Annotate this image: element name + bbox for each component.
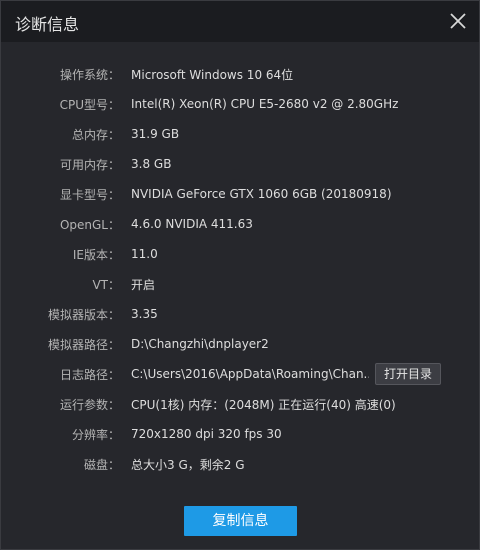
diagnostic-dialog: 诊断信息 操作系统： Microsoft Windows 10 64位 CPU型… xyxy=(0,0,480,550)
log-path-label: 日志路径： xyxy=(59,367,120,382)
row-log-path: 日志路径： C:\Users\2016\AppData\Roaming\Chan… xyxy=(1,359,479,389)
open-directory-button[interactable]: 打开目录 xyxy=(375,363,442,385)
emulator-version-label: 模拟器版本： xyxy=(47,307,120,322)
os-value: Microsoft Windows 10 64位 xyxy=(131,67,294,82)
row-available-memory: 可用内存： 3.8 GB xyxy=(1,149,479,179)
row-resolution: 分辨率： 720x1280 dpi 320 fps 30 xyxy=(1,419,479,449)
row-vt: VT： 开启 xyxy=(1,269,479,299)
emulator-path-label: 模拟器路径： xyxy=(47,337,120,352)
row-os: 操作系统： Microsoft Windows 10 64位 xyxy=(1,59,479,89)
gpu-label: 显卡型号： xyxy=(59,187,120,202)
cpu-value: Intel(R) Xeon(R) CPU E5-2680 v2 @ 2.80GH… xyxy=(131,97,399,111)
disk-label: 磁盘： xyxy=(83,457,120,472)
row-total-memory: 总内存： 31.9 GB xyxy=(1,119,479,149)
row-disk: 磁盘： 总大小3 G，剩余2 G xyxy=(1,449,479,479)
opengl-label: OpenGL： xyxy=(59,217,120,232)
log-path-value: C:\Users\2016\AppData\Roaming\Chan... xyxy=(131,367,369,381)
row-emulator-path: 模拟器路径： D:\Changzhi\dnplayer2 xyxy=(1,329,479,359)
available-memory-value: 3.8 GB xyxy=(131,157,172,171)
total-memory-label: 总内存： xyxy=(71,127,120,142)
ie-version-label: IE版本： xyxy=(72,247,120,262)
copy-info-button[interactable]: 复制信息 xyxy=(184,506,297,536)
title-bar: 诊断信息 xyxy=(1,1,479,42)
gpu-value: NVIDIA GeForce GTX 1060 6GB (20180918) xyxy=(131,187,392,201)
row-opengl: OpenGL： 4.6.0 NVIDIA 411.63 xyxy=(1,209,479,239)
resolution-value: 720x1280 dpi 320 fps 30 xyxy=(131,427,282,441)
run-params-label: 运行参数： xyxy=(59,397,120,412)
close-icon xyxy=(450,13,466,29)
info-list: 操作系统： Microsoft Windows 10 64位 CPU型号： In… xyxy=(1,59,479,479)
row-ie-version: IE版本： 11.0 xyxy=(1,239,479,269)
emulator-path-value: D:\Changzhi\dnplayer2 xyxy=(131,337,269,351)
run-params-value: CPU(1核) 内存：(2048M) 正在运行(40) 高速(0) xyxy=(131,397,396,412)
row-emulator-version: 模拟器版本： 3.35 xyxy=(1,299,479,329)
resolution-label: 分辨率： xyxy=(71,427,120,442)
total-memory-value: 31.9 GB xyxy=(131,127,180,141)
available-memory-label: 可用内存： xyxy=(59,157,120,172)
close-button[interactable] xyxy=(446,9,470,33)
ie-version-value: 11.0 xyxy=(131,247,158,261)
vt-label: VT： xyxy=(92,277,120,292)
disk-value: 总大小3 G，剩余2 G xyxy=(131,457,245,472)
os-label: 操作系统： xyxy=(59,67,120,82)
row-cpu: CPU型号： Intel(R) Xeon(R) CPU E5-2680 v2 @… xyxy=(1,89,479,119)
row-run-params: 运行参数： CPU(1核) 内存：(2048M) 正在运行(40) 高速(0) xyxy=(1,389,479,419)
dialog-title: 诊断信息 xyxy=(15,15,80,34)
emulator-version-value: 3.35 xyxy=(131,307,158,321)
cpu-label: CPU型号： xyxy=(59,97,120,112)
opengl-value: 4.6.0 NVIDIA 411.63 xyxy=(131,217,253,231)
row-gpu: 显卡型号： NVIDIA GeForce GTX 1060 6GB (20180… xyxy=(1,179,479,209)
vt-value: 开启 xyxy=(131,277,156,292)
